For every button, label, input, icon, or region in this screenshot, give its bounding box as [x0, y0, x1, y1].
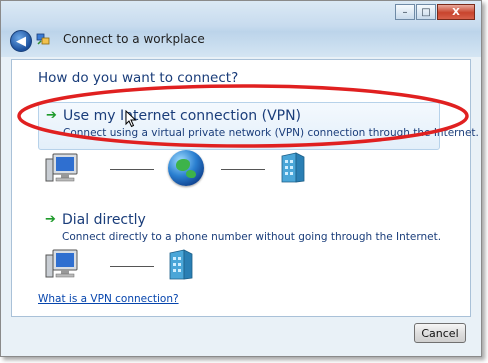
vpn-option-description: Connect using a virtual private network … [63, 127, 479, 139]
network-wizard-icon [36, 33, 50, 45]
connection-line [110, 169, 154, 170]
office-building-icon [281, 152, 305, 183]
back-arrow-icon[interactable]: ◀ [10, 30, 32, 52]
dial-option-description: Connect directly to a phone number witho… [62, 231, 442, 243]
computer-icon [45, 249, 78, 278]
computer-icon [45, 153, 78, 182]
vpn-option-title: Use my Internet connection (VPN) [63, 108, 302, 124]
close-button[interactable]: X [437, 4, 475, 20]
dialog-window: – □ X ◀ Connect to a workplace How do yo… [0, 0, 482, 357]
minimize-button[interactable]: – [395, 4, 415, 20]
dial-option[interactable]: ➔ Dial directly Connect directly to a ph… [38, 207, 442, 243]
page-heading: How do you want to connect? [38, 70, 239, 86]
office-building-icon [169, 249, 193, 280]
vpn-help-link[interactable]: What is a VPN connection? [38, 293, 179, 305]
maximize-button[interactable]: □ [416, 4, 436, 20]
green-arrow-icon: ➔ [45, 212, 56, 227]
green-arrow-icon: ➔ [46, 108, 57, 123]
wizard-content: How do you want to connect? ➔ Use my Int… [11, 59, 479, 317]
mouse-cursor-icon [125, 110, 137, 128]
vpn-option[interactable]: ➔ Use my Internet connection (VPN) Conne… [38, 102, 479, 150]
window-controls: – □ X [394, 4, 475, 20]
connection-line [221, 169, 265, 170]
globe-icon [168, 150, 204, 186]
window-title: Connect to a workplace [63, 32, 205, 46]
cancel-button[interactable]: Cancel [414, 323, 466, 343]
connection-line [110, 266, 154, 267]
title-bar: – □ X ◀ Connect to a workplace [1, 1, 481, 57]
dial-option-title: Dial directly [62, 212, 146, 228]
